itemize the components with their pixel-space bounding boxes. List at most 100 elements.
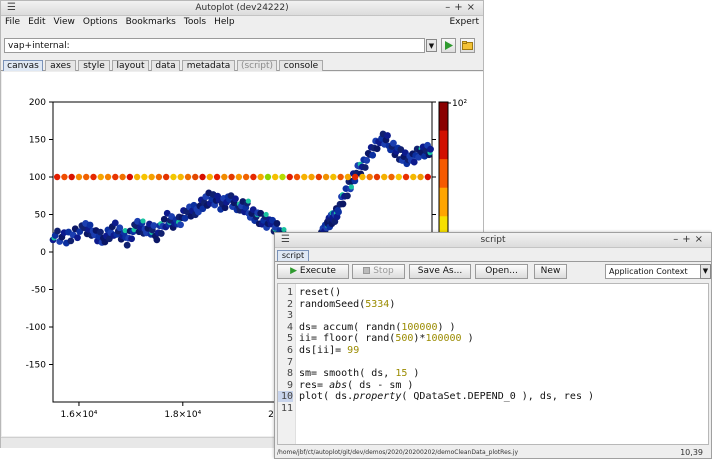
go-button[interactable] [441, 38, 456, 53]
main-tabs: canvas axes style layout data metadata (… [1, 58, 483, 71]
outlier-point [235, 173, 243, 181]
script-window-title: script [480, 235, 506, 245]
close-icon[interactable]: × [467, 2, 479, 13]
code-line[interactable]: reset() [299, 287, 341, 298]
address-history-dropdown[interactable]: ▼ [426, 39, 437, 52]
tab-script-editor[interactable]: script [277, 250, 309, 261]
close-icon[interactable]: × [695, 234, 707, 245]
script-editor[interactable]: 1 2 3 4 5 6 7 8 9 10 11 reset() randomSeed(5334) ds=… [277, 283, 709, 445]
execute-button[interactable]: ▶ Execute [277, 264, 349, 279]
code-line[interactable]: sm= smooth( ds, 15 ) [299, 368, 419, 379]
outlier-point [395, 173, 402, 181]
data-point [363, 157, 371, 164]
minimize-icon[interactable]: – [445, 2, 454, 13]
outlier-point [417, 173, 424, 181]
outlier-point [359, 173, 366, 181]
script-window: ☰ script –+× script ▶ Execute Stop Save … [274, 232, 712, 459]
data-address-input[interactable]: vap+internal: [4, 38, 425, 53]
tab-console[interactable]: console [279, 60, 323, 71]
outlier-point [90, 173, 97, 181]
line-number: 2 [286, 298, 293, 310]
outlier-point [112, 173, 119, 181]
data-point [369, 151, 377, 159]
outlier-point [381, 173, 388, 181]
save-as-button[interactable]: Save As... [409, 264, 471, 279]
tab-metadata[interactable]: metadata [182, 60, 235, 71]
data-point [74, 234, 81, 242]
tab-script[interactable]: (script) [237, 60, 277, 71]
code-line[interactable]: ds[ii]= 99 [299, 345, 359, 356]
line-number: 5 [286, 333, 293, 345]
data-point [128, 235, 136, 243]
outlier-point [279, 173, 286, 181]
code-line[interactable]: ds= accum( randn(100000) ) [299, 322, 456, 333]
maximize-icon[interactable]: + [682, 234, 694, 245]
data-point [181, 214, 189, 222]
y-tick-label: 200 [29, 98, 46, 108]
colorbar-segment [439, 130, 448, 160]
menu-help[interactable]: Help [210, 16, 239, 27]
line-number: 10 [278, 391, 293, 403]
menu-file[interactable]: File [1, 16, 24, 27]
outlier-point [221, 173, 228, 181]
expert-mode-label[interactable]: Expert [450, 17, 480, 27]
code-line[interactable]: randomSeed(5334) [299, 299, 395, 310]
menu-options[interactable]: Options [79, 16, 122, 27]
tab-canvas[interactable]: canvas [3, 60, 43, 71]
stop-button[interactable]: Stop [352, 264, 405, 279]
tab-axes[interactable]: axes [45, 60, 76, 71]
tab-style[interactable]: style [78, 60, 110, 71]
desktop: ☰ Autoplot (dev24222) –+× File Edit View Op… [0, 0, 712, 459]
outlier-point [119, 173, 126, 181]
script-statusbar: /home/jbf/ct/autoplot/git/dev/demos/2020… [275, 447, 711, 458]
data-point [344, 192, 351, 200]
line-number: 9 [286, 379, 293, 391]
data-point [232, 195, 239, 203]
menu-bookmarks[interactable]: Bookmarks [122, 16, 180, 27]
colorbar-segment [439, 102, 448, 132]
menu-tools[interactable]: Tools [180, 16, 210, 27]
outlier-point [257, 173, 264, 181]
maximize-icon[interactable]: + [454, 2, 466, 13]
line-number: 7 [286, 356, 293, 368]
menubar: File Edit View Options Bookmarks Tools Help Ex… [1, 16, 483, 30]
browse-button[interactable] [460, 38, 475, 53]
data-point [54, 227, 61, 235]
code-line[interactable]: plot( ds.property( QDataSet.DEPEND_0 ), … [299, 391, 594, 402]
main-titlebar[interactable]: ☰ Autoplot (dev24222) –+× [1, 1, 483, 16]
open-button[interactable]: Open... [475, 264, 528, 279]
context-select[interactable]: Application Context [605, 264, 701, 279]
outlier-point [68, 173, 75, 181]
outlier-point [177, 173, 184, 181]
menu-edit[interactable]: Edit [24, 16, 49, 27]
data-point-highlight [245, 198, 251, 204]
colorbar-segment [439, 159, 448, 189]
data-point [123, 241, 131, 249]
code-line[interactable]: res= abs( ds - sm ) [299, 380, 413, 391]
outlier-point [104, 173, 112, 181]
folder-icon [462, 41, 473, 50]
data-point [177, 221, 184, 229]
menu-view[interactable]: View [50, 16, 79, 27]
outlier-point [141, 173, 148, 181]
outlier-point [250, 173, 257, 181]
data-point-highlight [263, 211, 269, 218]
play-icon: ▶ [290, 266, 298, 276]
data-point-highlight [348, 184, 355, 190]
minimize-icon[interactable]: – [673, 234, 682, 245]
data-point [86, 221, 94, 229]
outlier-point [286, 173, 293, 181]
tab-layout[interactable]: layout [112, 60, 149, 71]
script-titlebar[interactable]: ☰ script –+× [275, 233, 711, 248]
context-dropdown-icon[interactable]: ▼ [700, 264, 711, 279]
outlier-point [126, 173, 134, 181]
data-point [384, 132, 391, 139]
outlier-point [162, 173, 170, 181]
code-line[interactable]: ii= floor( rand(500)*100000 ) [299, 333, 474, 344]
outlier-point [155, 173, 163, 181]
outlier-point [388, 173, 395, 181]
tab-data[interactable]: data [151, 60, 180, 71]
line-number: 11 [280, 403, 293, 414]
outlier-point [192, 173, 199, 181]
new-button[interactable]: New [534, 264, 567, 279]
